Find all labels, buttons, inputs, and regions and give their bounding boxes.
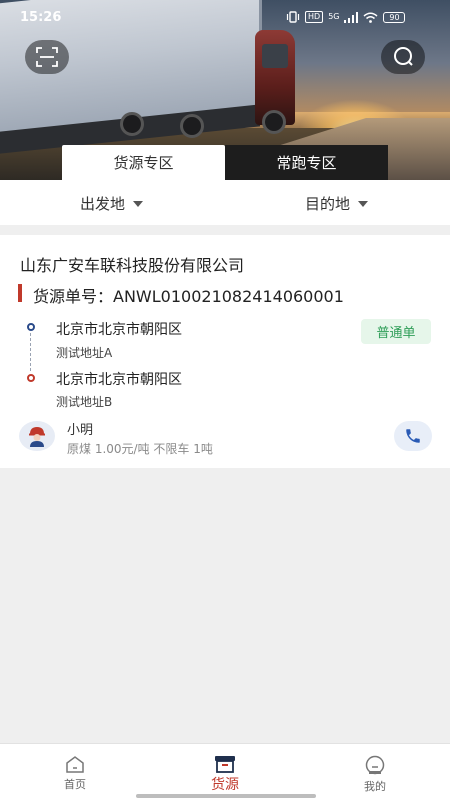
- destination-label: 目的地: [305, 195, 351, 213]
- truck-wheel: [120, 112, 144, 136]
- phone-icon: [406, 429, 420, 443]
- route-connector: [30, 333, 31, 371]
- cargo-box-icon: [215, 756, 235, 773]
- nav-home-label: 首页: [64, 778, 86, 791]
- order-number-row: 货源单号：ANWL010021082414060001: [33, 283, 344, 307]
- origin-dot-icon: [27, 323, 35, 331]
- driver-avatar-icon: [29, 427, 45, 447]
- hd-badge: HD: [305, 11, 324, 23]
- order-number: ANWL010021082414060001: [113, 287, 344, 306]
- zone-tabs: 货源专区 常跑专区: [62, 145, 388, 180]
- destination-dot-icon: [27, 374, 35, 382]
- signal-icon: [344, 11, 359, 23]
- order-accent-bar: [18, 284, 22, 302]
- network-type: 5G: [328, 12, 340, 21]
- contact-name: 小明: [67, 423, 94, 438]
- destination-address: 测试地址B: [56, 395, 113, 409]
- departure-filter[interactable]: 出发地: [80, 193, 144, 214]
- cargo-info: 原煤 1.00元/吨 不限车 1吨: [67, 442, 213, 456]
- status-bar: 15:26 HD 5G 90: [0, 8, 450, 32]
- destination-city: 北京市北京市朝阳区: [56, 372, 182, 388]
- scan-button[interactable]: [25, 40, 69, 74]
- search-icon: [394, 47, 413, 66]
- nav-home[interactable]: 首页: [25, 744, 125, 800]
- destination-filter[interactable]: 目的地: [305, 193, 369, 214]
- bottom-navigation: 首页 货源 我的: [0, 743, 450, 800]
- order-label: 货源单号：: [33, 287, 114, 306]
- search-button[interactable]: [381, 40, 425, 74]
- profile-icon: [365, 755, 385, 775]
- status-icons: HD 5G 90: [286, 11, 406, 23]
- truck-wheel: [262, 110, 286, 134]
- battery-indicator: 90: [383, 11, 406, 23]
- origin-address: 测试地址A: [56, 346, 113, 360]
- departure-label: 出发地: [80, 195, 126, 213]
- truck-window: [262, 44, 288, 68]
- status-time: 15:26: [20, 10, 62, 25]
- company-name: 山东广安车联科技股份有限公司: [20, 256, 245, 275]
- call-button[interactable]: [394, 421, 432, 451]
- truck-wheel: [180, 114, 204, 138]
- home-icon: [66, 756, 84, 773]
- scan-icon: [36, 47, 58, 67]
- caret-down-icon: [133, 200, 144, 207]
- nav-cargo-label: 货源: [211, 777, 239, 793]
- filter-bar: 出发地 目的地: [0, 180, 450, 225]
- avatar: [19, 421, 55, 451]
- vibrate-icon: [286, 11, 300, 23]
- origin-city: 北京市北京市朝阳区: [56, 322, 182, 338]
- nav-mine[interactable]: 我的: [325, 744, 425, 800]
- wifi-icon: [364, 12, 378, 23]
- order-type-badge: 普通单: [361, 319, 431, 344]
- cargo-listing-card[interactable]: 山东广安车联科技股份有限公司 货源单号：ANWL0100210824140600…: [0, 235, 450, 468]
- tab-cargo-zone[interactable]: 货源专区: [62, 145, 225, 180]
- caret-down-icon: [358, 200, 369, 207]
- tab-regular-route-zone[interactable]: 常跑专区: [225, 145, 388, 180]
- nav-mine-label: 我的: [364, 780, 386, 793]
- nav-cargo[interactable]: 货源: [175, 744, 275, 800]
- home-indicator: [136, 794, 316, 798]
